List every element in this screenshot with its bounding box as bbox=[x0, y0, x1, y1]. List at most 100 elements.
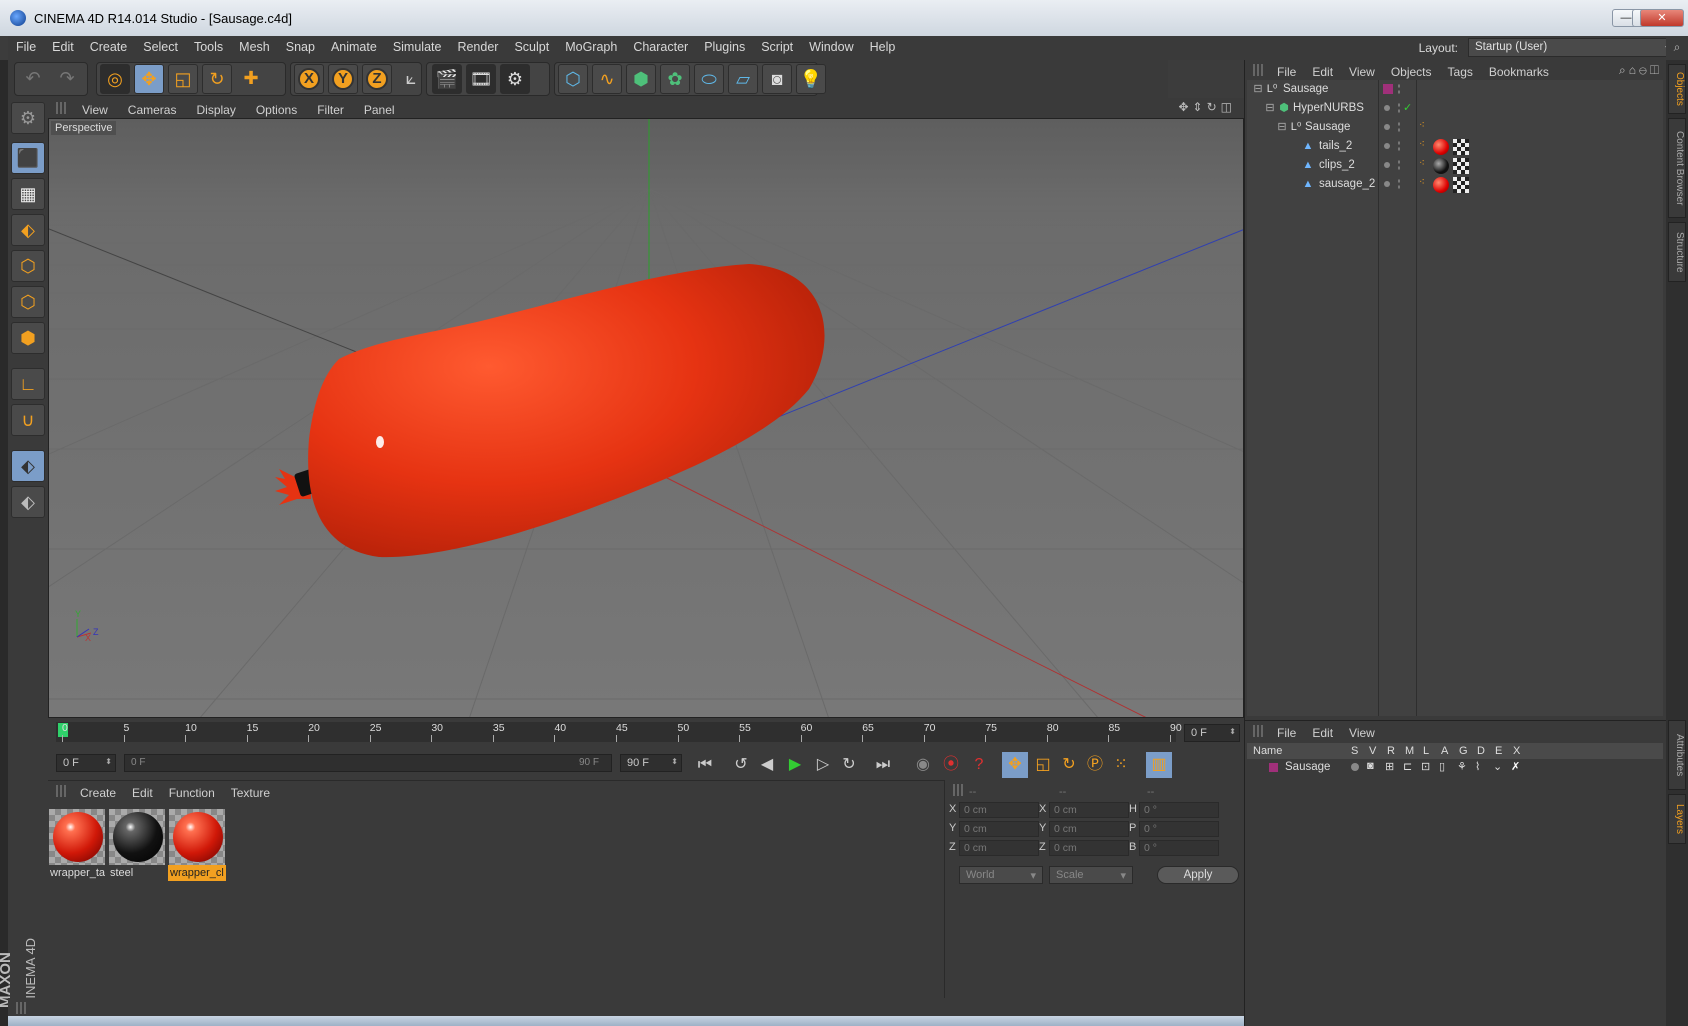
solo-toggle-icon[interactable] bbox=[1351, 763, 1359, 771]
object-menu-edit[interactable]: Edit bbox=[1304, 61, 1341, 79]
collapse-toggle-icon[interactable]: ⊟ bbox=[1263, 101, 1277, 115]
menu-simulate[interactable]: Simulate bbox=[385, 36, 450, 58]
timeline-ruler[interactable]: 0 5 10 15 20 25 30 35 40 45 50 55 60 65 70 75 80 85 90 0 F bbox=[48, 718, 1244, 746]
points-mode-icon[interactable]: ⬡ bbox=[11, 250, 45, 282]
tab-objects[interactable]: Objects bbox=[1668, 64, 1686, 114]
object-name[interactable]: Sausage bbox=[1305, 121, 1350, 133]
object-name[interactable]: Sausage bbox=[1283, 83, 1328, 95]
object-name[interactable]: clips_2 bbox=[1319, 159, 1355, 171]
uvw-tag-icon[interactable] bbox=[1453, 139, 1469, 155]
material-menu-texture[interactable]: Texture bbox=[223, 781, 278, 800]
menu-snap[interactable]: Snap bbox=[278, 36, 323, 58]
end-frame-field[interactable]: 90 F bbox=[620, 754, 682, 772]
tab-content-browser[interactable]: Content Browser bbox=[1668, 118, 1686, 218]
viewport-rotate-icon[interactable]: ↻ bbox=[1207, 100, 1221, 114]
generator-toggle-icon[interactable]: ⚘ bbox=[1457, 760, 1467, 773]
material-steel[interactable]: steel bbox=[108, 809, 166, 881]
tab-layers[interactable]: Layers bbox=[1668, 794, 1686, 844]
visibility-dot[interactable] bbox=[1384, 124, 1390, 130]
object-menu-view[interactable]: View bbox=[1341, 61, 1383, 79]
polygons-mode-icon[interactable]: ⬢ bbox=[11, 322, 45, 354]
object-home-icon[interactable]: ⌂ bbox=[1629, 63, 1639, 77]
menu-select[interactable]: Select bbox=[135, 36, 186, 58]
workplane-mode-icon[interactable]: ⬖ bbox=[11, 214, 45, 246]
lock-toggle-icon[interactable]: ⊡ bbox=[1421, 760, 1430, 773]
viewport-menu-display[interactable]: Display bbox=[186, 100, 245, 117]
animation-toggle-icon[interactable]: ▯ bbox=[1439, 760, 1445, 773]
material-menu-create[interactable]: Create bbox=[72, 781, 124, 800]
object-name[interactable]: HyperNURBS bbox=[1293, 102, 1364, 114]
record-keyframe-icon[interactable]: ◉ bbox=[910, 752, 936, 778]
visibility-dot[interactable] bbox=[1384, 105, 1390, 111]
scale-mode-dropdown[interactable]: Scale ▾ bbox=[1049, 866, 1133, 884]
snap-enable-icon[interactable]: ⬖ bbox=[11, 450, 45, 482]
layer-col-manager[interactable]: M bbox=[1405, 745, 1414, 757]
material-menu-edit[interactable]: Edit bbox=[124, 781, 161, 800]
key-parameter-icon[interactable]: Ⓟ bbox=[1082, 752, 1108, 778]
model-mode-icon[interactable]: ⬛ bbox=[11, 142, 45, 174]
key-rotation-icon[interactable]: ↻ bbox=[1056, 752, 1082, 778]
viewport-menu-panel[interactable]: Panel bbox=[354, 100, 405, 117]
coord-value-field[interactable]: 0 ° bbox=[1139, 821, 1219, 837]
enabled-check-icon[interactable]: ✓ bbox=[1403, 101, 1412, 114]
phong-tag-icon[interactable]: ⁖ bbox=[1419, 177, 1429, 193]
layer-row-sausage[interactable]: Sausage ◙ ⊞ ⊏ ⊡ ▯ ⚘ ⌇ ⌄ ✗ bbox=[1247, 759, 1663, 777]
layer-col-expressions[interactable]: E bbox=[1495, 745, 1502, 757]
render-toggle-icon[interactable]: ⊞ bbox=[1385, 760, 1394, 773]
coord-value-field[interactable]: 0 cm bbox=[959, 802, 1039, 818]
auto-keyframe-icon[interactable]: ⦿ bbox=[938, 752, 964, 778]
visibility-dot[interactable] bbox=[1384, 143, 1390, 149]
object-row-sausage2[interactable]: ▲ sausage_2 ⁖ bbox=[1247, 175, 1663, 195]
cube-primitive-icon[interactable]: ⬡ bbox=[558, 64, 588, 94]
layer-menu-edit[interactable]: Edit bbox=[1304, 722, 1341, 740]
layer-name[interactable]: Sausage bbox=[1285, 761, 1330, 773]
layer-col-render[interactable]: R bbox=[1387, 745, 1395, 757]
layer-col-view[interactable]: V bbox=[1369, 745, 1376, 757]
menu-help[interactable]: Help bbox=[862, 36, 904, 58]
next-frame-icon[interactable]: ▷ bbox=[810, 752, 836, 778]
live-selection-icon[interactable]: ◎ bbox=[100, 64, 130, 94]
object-row-sausage-group[interactable]: ⊟ L⁰ Sausage ⁖ bbox=[1247, 118, 1663, 138]
coord-value-field[interactable]: 0 ° bbox=[1139, 802, 1219, 818]
workplane-lock-icon[interactable]: ⬖ bbox=[11, 486, 45, 518]
play-icon[interactable]: ▶ bbox=[782, 752, 808, 778]
coord-value-field[interactable]: 0 cm bbox=[1049, 821, 1129, 837]
rotate-tool-icon[interactable]: ↻ bbox=[202, 64, 232, 94]
layer-menu-view[interactable]: View bbox=[1341, 722, 1383, 740]
material-menu-function[interactable]: Function bbox=[161, 781, 223, 800]
visibility-dot[interactable] bbox=[1384, 162, 1390, 168]
floor-icon[interactable]: ▱ bbox=[728, 64, 758, 94]
menu-create[interactable]: Create bbox=[82, 36, 136, 58]
deformer-icon[interactable]: ⬭ bbox=[694, 64, 724, 94]
viewport-menu-filter[interactable]: Filter bbox=[307, 100, 354, 117]
layer-color-swatch[interactable] bbox=[1269, 763, 1278, 772]
menu-plugins[interactable]: Plugins bbox=[696, 36, 753, 58]
viewport-menu-cameras[interactable]: Cameras bbox=[118, 100, 187, 117]
spline-icon[interactable]: ∿ bbox=[592, 64, 622, 94]
z-axis-lock-icon[interactable]: Z bbox=[362, 64, 392, 94]
collapse-toggle-icon[interactable]: ⊟ bbox=[1251, 82, 1265, 96]
undo-icon[interactable]: ↶ bbox=[18, 64, 48, 94]
viewport-pan-icon[interactable]: ✥ bbox=[1178, 100, 1192, 114]
object-row-clips[interactable]: ▲ clips_2 ⁖ bbox=[1247, 156, 1663, 176]
layer-col-locked[interactable]: L bbox=[1423, 745, 1429, 757]
layer-color-swatch[interactable] bbox=[1383, 84, 1393, 94]
manager-toggle-icon[interactable]: ⊏ bbox=[1403, 760, 1412, 773]
phong-tag-icon[interactable]: ⁖ bbox=[1419, 158, 1429, 174]
coord-value-field[interactable]: 0 cm bbox=[1049, 802, 1129, 818]
coord-value-field[interactable]: 0 cm bbox=[959, 821, 1039, 837]
perspective-viewport[interactable]: Perspective Y Z X bbox=[48, 118, 1244, 718]
render-settings-icon[interactable]: ⚙ bbox=[500, 64, 530, 94]
layer-col-generators[interactable]: G bbox=[1459, 745, 1468, 757]
next-key-icon[interactable]: ↻ bbox=[836, 752, 862, 778]
tab-attributes[interactable]: Attributes bbox=[1668, 720, 1686, 790]
y-axis-lock-icon[interactable]: Y bbox=[328, 64, 358, 94]
key-position-icon[interactable]: ✥ bbox=[1002, 752, 1028, 778]
scale-tool-icon[interactable]: ◱ bbox=[168, 64, 198, 94]
timeline-window-icon[interactable]: ▥ bbox=[1146, 752, 1172, 778]
uvw-tag-icon[interactable] bbox=[1453, 177, 1469, 193]
layer-col-solo[interactable]: S bbox=[1351, 745, 1358, 757]
recent-tool-icon[interactable]: ✚ bbox=[236, 64, 266, 94]
menu-character[interactable]: Character bbox=[625, 36, 696, 58]
coord-value-field[interactable]: 0 cm bbox=[1049, 840, 1129, 856]
